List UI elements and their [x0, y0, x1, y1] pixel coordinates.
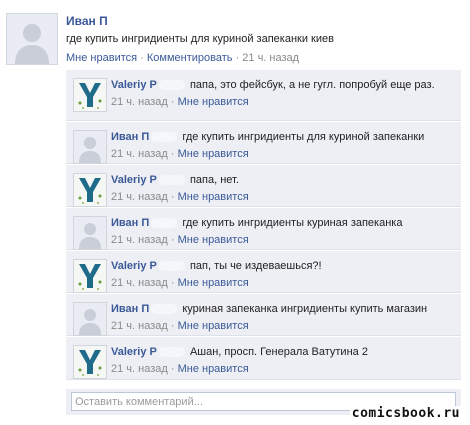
meta-separator: ·	[167, 96, 178, 108]
blurred-name	[151, 132, 178, 143]
comment-item: Valeriy P папа, это фейсбук, а не гугл. …	[66, 70, 461, 121]
commenter-name[interactable]: Иван П	[111, 131, 149, 143]
comment-like-link[interactable]: Мне нравится	[178, 234, 249, 246]
comment-text: папа, это фейсбук, а не гугл. попробуй е…	[189, 79, 435, 91]
meta-separator: ·	[167, 191, 178, 203]
blurred-name	[158, 175, 185, 186]
comment-like-link[interactable]: Мне нравится	[178, 363, 249, 375]
meta-separator: ·	[167, 148, 178, 160]
comment-like-link[interactable]: Мне нравится	[178, 320, 249, 332]
post-text: где купить ингридиенты для куриной запек…	[66, 33, 334, 45]
commenter-name[interactable]: Иван П	[111, 217, 149, 229]
y-logo-icon	[74, 260, 106, 292]
comment-timestamp: 21 ч. назад	[111, 320, 168, 332]
commenter-name[interactable]: Valeriy P	[111, 79, 157, 91]
comment-meta: 21 ч. назад · Мне нравится	[111, 233, 455, 248]
person-silhouette-icon	[74, 131, 106, 163]
comments-list: Valeriy P папа, это фейсбук, а не гугл. …	[66, 70, 461, 381]
commenter-name[interactable]: Иван П	[111, 303, 149, 315]
comment-item: Иван П где купить ингридиенты для курино…	[66, 122, 461, 164]
comment-item: Valeriy P папа, нет. 21 ч. назад · Мне н…	[66, 165, 461, 207]
facebook-post: Иван П где купить ингридиенты для курино…	[0, 0, 470, 425]
blurred-name	[158, 80, 185, 91]
person-silhouette-icon	[74, 217, 106, 249]
blurred-name	[158, 347, 185, 358]
comment-meta: 21 ч. назад · Мне нравится	[111, 362, 455, 377]
comment-text: Ашан, просп. Генерала Ватутина 2	[189, 346, 368, 358]
watermark: comicsbook.ru	[349, 406, 462, 421]
commenter-name[interactable]: Valeriy P	[111, 260, 157, 272]
comment-item: Valeriy P пап, ты че издеваешься?! 21 ч.…	[66, 251, 461, 293]
comment-timestamp: 21 ч. назад	[111, 148, 168, 160]
y-logo-icon	[74, 346, 106, 378]
post-meta: Мне нравится · Комментировать · 21 ч. на…	[66, 52, 299, 64]
person-silhouette-icon	[7, 14, 57, 64]
comment-meta: 21 ч. назад · Мне нравится	[111, 276, 455, 291]
comment-text: пап, ты че издеваешься?!	[189, 260, 322, 272]
meta-separator: ·	[167, 320, 178, 332]
comment-timestamp: 21 ч. назад	[111, 234, 168, 246]
comment-text: где купить ингридиенты для куриной запек…	[182, 131, 425, 143]
comment-meta: 21 ч. назад · Мне нравится	[111, 190, 455, 205]
commenter-name[interactable]: Valeriy P	[111, 174, 157, 186]
comment-item: Иван П куриная запеканка ингридиенты куп…	[66, 294, 461, 336]
post-comment-link[interactable]: Комментировать	[147, 52, 233, 64]
comment-like-link[interactable]: Мне нравится	[178, 148, 249, 160]
post-like-link[interactable]: Мне нравится	[66, 52, 137, 64]
post-timestamp: 21 ч. назад	[242, 52, 300, 64]
comment-item: Valeriy P Ашан, просп. Генерала Ватутина…	[66, 337, 461, 380]
comment-item: Иван П где купить ингридиенты куриная за…	[66, 208, 461, 250]
comment-like-link[interactable]: Мне нравится	[178, 191, 249, 203]
commenter-avatar[interactable]	[73, 130, 107, 164]
comment-meta: 21 ч. назад · Мне нравится	[111, 95, 455, 110]
commenter-avatar[interactable]	[73, 345, 107, 379]
commenter-avatar[interactable]	[73, 216, 107, 250]
blurred-name	[151, 304, 178, 315]
commenter-avatar[interactable]	[73, 173, 107, 207]
comment-timestamp: 21 ч. назад	[111, 96, 168, 108]
blurred-name	[151, 218, 178, 229]
meta-separator: ·	[232, 52, 243, 64]
commenter-avatar[interactable]	[73, 78, 107, 112]
comment-like-link[interactable]: Мне нравится	[178, 96, 249, 108]
meta-separator: ·	[137, 52, 147, 64]
comment-meta: 21 ч. назад · Мне нравится	[111, 319, 455, 334]
comment-timestamp: 21 ч. назад	[111, 363, 168, 375]
person-silhouette-icon	[74, 303, 106, 335]
meta-separator: ·	[167, 277, 178, 289]
comment-timestamp: 21 ч. назад	[111, 277, 168, 289]
comment-text: где купить ингридиенты куриная запеканка	[182, 217, 403, 229]
blurred-name	[158, 261, 185, 272]
meta-separator: ·	[167, 234, 178, 246]
meta-separator: ·	[167, 363, 178, 375]
commenter-avatar[interactable]	[73, 302, 107, 336]
comment-meta: 21 ч. назад · Мне нравится	[111, 147, 455, 162]
comment-text: куриная запеканка ингридиенты купить маг…	[182, 303, 428, 315]
commenter-avatar[interactable]	[73, 259, 107, 293]
y-logo-icon	[74, 79, 106, 111]
comment-like-link[interactable]: Мне нравится	[178, 277, 249, 289]
commenter-name[interactable]: Valeriy P	[111, 346, 157, 358]
comment-text: папа, нет.	[189, 174, 239, 186]
author-avatar[interactable]	[6, 13, 58, 65]
post-author-name[interactable]: Иван П	[66, 14, 108, 28]
y-logo-icon	[74, 174, 106, 206]
comment-timestamp: 21 ч. назад	[111, 191, 168, 203]
